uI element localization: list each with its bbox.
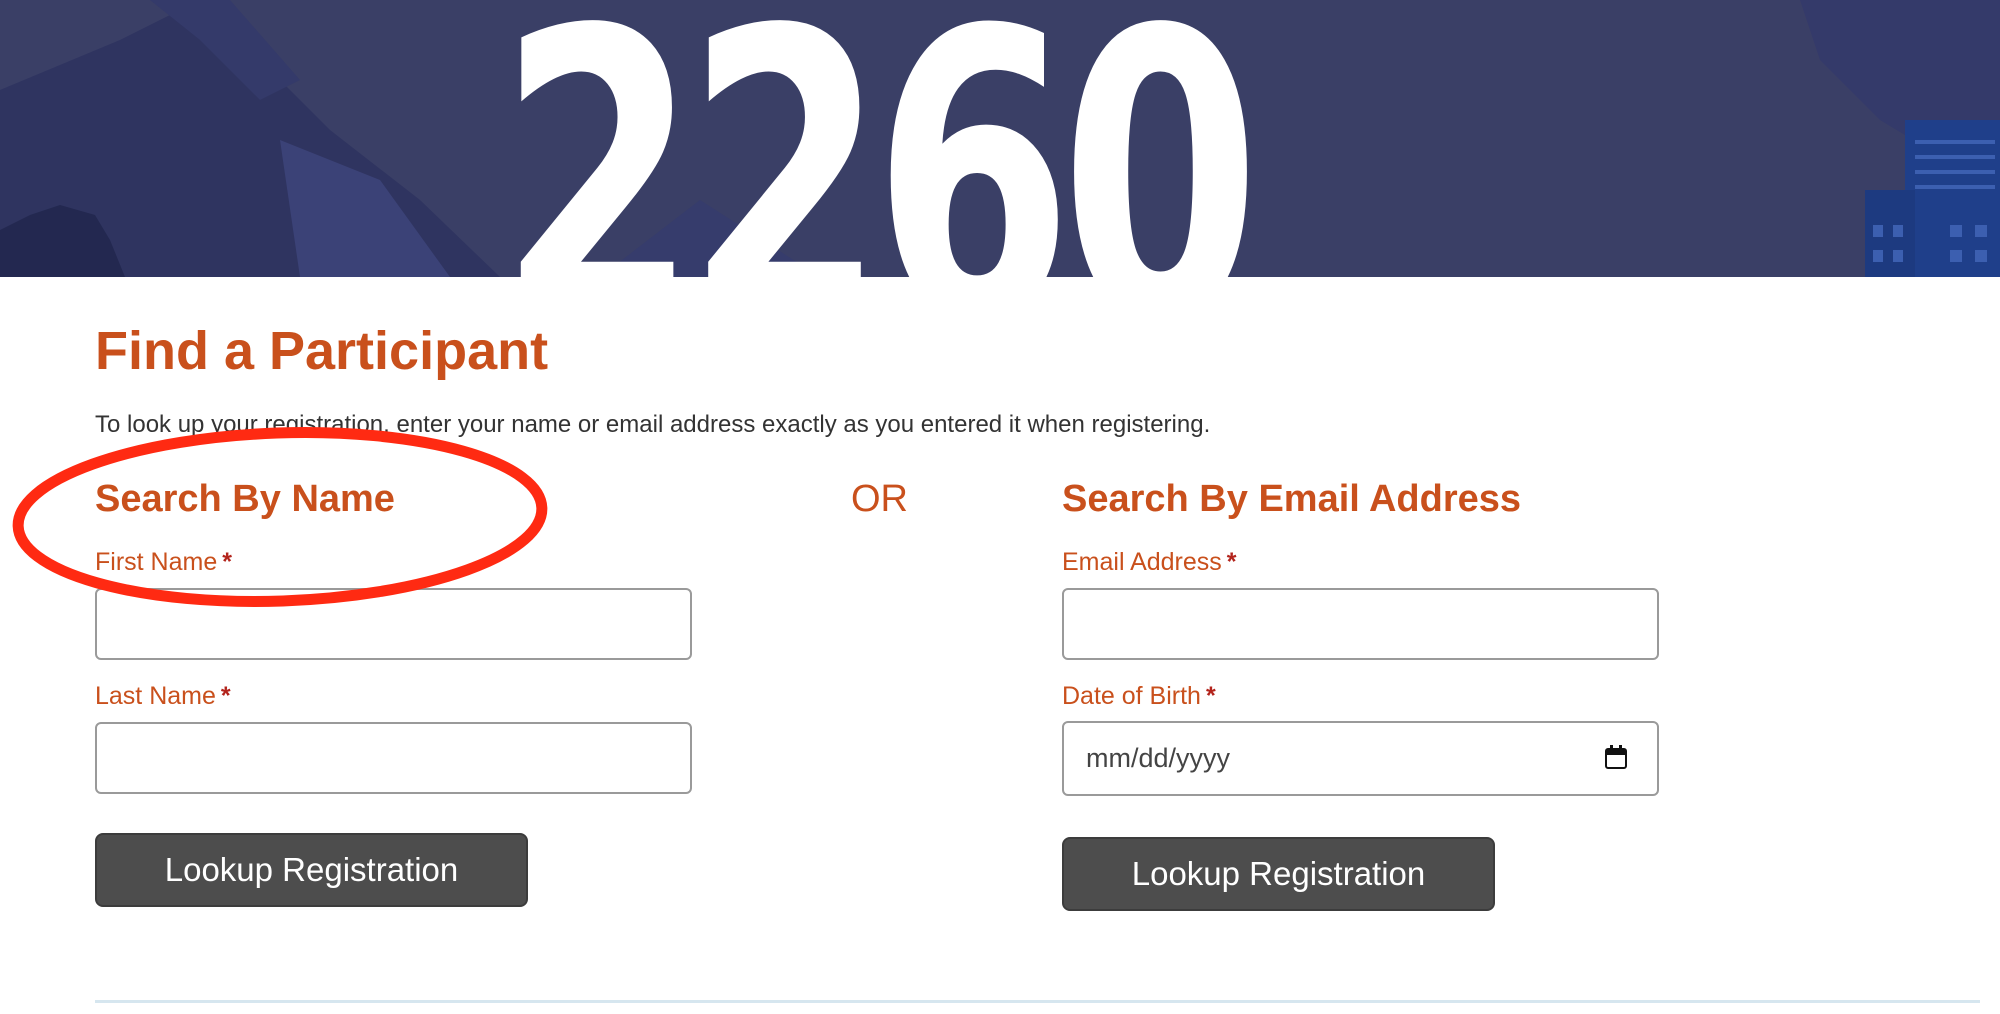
date-of-birth-label: Date of Birth * bbox=[1062, 682, 1216, 711]
last-name-label: Last Name * bbox=[95, 682, 231, 711]
section-divider bbox=[95, 1000, 1980, 1003]
search-by-name-heading: Search By Name bbox=[95, 478, 395, 520]
calendar-icon[interactable] bbox=[1605, 745, 1627, 769]
last-name-input[interactable] bbox=[95, 722, 692, 794]
first-name-label: First Name * bbox=[95, 548, 232, 577]
email-address-input[interactable] bbox=[1062, 588, 1659, 660]
search-by-email-heading: Search By Email Address bbox=[1062, 478, 1522, 520]
date-of-birth-label-text: Date of Birth bbox=[1062, 682, 1201, 710]
or-separator: OR bbox=[851, 478, 908, 520]
email-address-label: Email Address * bbox=[1062, 548, 1237, 577]
lookup-by-name-button[interactable]: Lookup Registration bbox=[95, 833, 528, 907]
required-marker: * bbox=[1226, 548, 1237, 576]
last-name-label-text: Last Name bbox=[95, 682, 216, 710]
lookup-by-email-button[interactable]: Lookup Registration bbox=[1062, 837, 1495, 911]
banner-headline: 2260 bbox=[498, 0, 1261, 277]
first-name-label-text: First Name bbox=[95, 548, 218, 576]
required-marker: * bbox=[220, 682, 231, 710]
required-marker: * bbox=[222, 548, 232, 576]
email-address-label-text: Email Address bbox=[1062, 548, 1222, 576]
date-placeholder: mm/dd/yyyy bbox=[1086, 743, 1231, 773]
required-marker: * bbox=[1205, 682, 1216, 710]
hero-banner: 2260 bbox=[0, 0, 2000, 277]
first-name-input[interactable] bbox=[95, 588, 692, 660]
date-of-birth-input[interactable]: mm/dd/yyyy bbox=[1062, 721, 1659, 796]
instructions-text: To look up your registration, enter your… bbox=[95, 411, 1211, 438]
page-title: Find a Participant bbox=[95, 321, 549, 381]
